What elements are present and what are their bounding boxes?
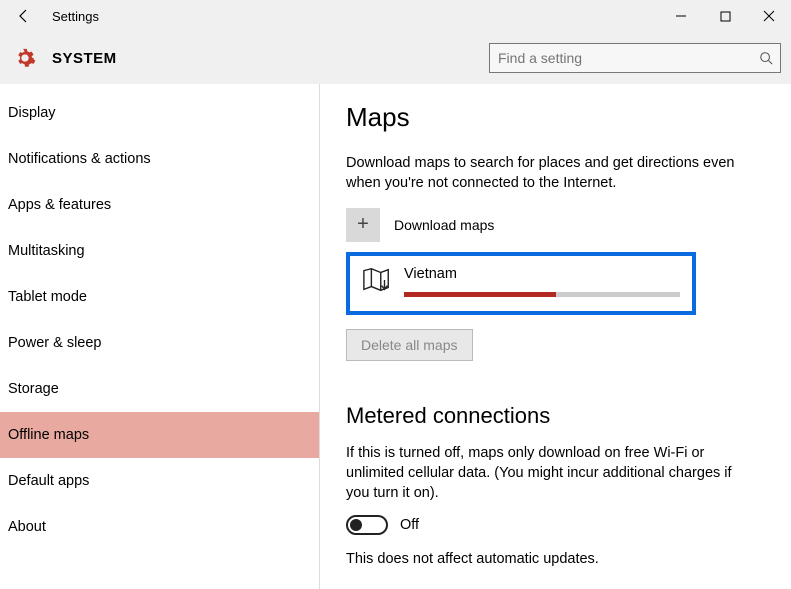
app-title: Settings xyxy=(52,9,99,24)
page-description: Download maps to search for places and g… xyxy=(346,153,746,194)
sidebar-item-label: Storage xyxy=(8,381,59,397)
sidebar-item-label: Apps & features xyxy=(8,197,111,213)
back-button[interactable] xyxy=(4,0,44,32)
sidebar-item-notifications[interactable]: Notifications & actions xyxy=(0,136,319,182)
metered-toggle-label: Off xyxy=(400,517,419,533)
sidebar-item-label: Tablet mode xyxy=(8,289,87,305)
window-controls xyxy=(659,0,791,32)
minimize-icon xyxy=(675,10,687,22)
download-maps-label: Download maps xyxy=(394,217,494,233)
header: SYSTEM xyxy=(0,32,791,84)
search-container xyxy=(489,43,781,73)
downloading-map-item[interactable]: Vietnam xyxy=(362,266,680,297)
metered-note: This does not affect automatic updates. xyxy=(346,551,781,567)
sidebar-item-default-apps[interactable]: Default apps xyxy=(0,458,319,504)
sidebar-item-storage[interactable]: Storage xyxy=(0,366,319,412)
plus-icon: + xyxy=(346,208,380,242)
metered-toggle-row: Off xyxy=(346,515,781,535)
page-title: Maps xyxy=(346,102,781,133)
sidebar-item-offline-maps[interactable]: Offline maps xyxy=(0,412,319,458)
sidebar-item-power[interactable]: Power & sleep xyxy=(0,320,319,366)
progress-bar xyxy=(404,292,680,297)
sidebar-item-multitasking[interactable]: Multitasking xyxy=(0,228,319,274)
sidebar-item-display[interactable]: Display xyxy=(0,90,319,136)
close-icon xyxy=(763,10,775,22)
arrow-left-icon xyxy=(16,8,32,24)
sidebar: Display Notifications & actions Apps & f… xyxy=(0,84,320,589)
sidebar-item-label: Display xyxy=(8,105,56,121)
titlebar: Settings xyxy=(0,0,791,32)
sidebar-item-label: Notifications & actions xyxy=(8,151,151,167)
downloading-highlight: Vietnam xyxy=(346,252,696,315)
maximize-button[interactable] xyxy=(703,0,747,32)
metered-description: If this is turned off, maps only downloa… xyxy=(346,443,746,504)
maximize-icon xyxy=(720,11,731,22)
content: Maps Download maps to search for places … xyxy=(320,84,791,589)
metered-toggle[interactable] xyxy=(346,515,388,535)
map-download-icon xyxy=(362,266,392,294)
header-section: SYSTEM xyxy=(52,50,117,67)
close-button[interactable] xyxy=(747,0,791,32)
sidebar-item-label: Default apps xyxy=(8,473,89,489)
toggle-knob xyxy=(350,519,362,531)
sidebar-item-label: Offline maps xyxy=(8,427,89,443)
download-maps-button[interactable]: + Download maps xyxy=(346,208,781,242)
search-input[interactable] xyxy=(489,43,781,73)
sidebar-item-about[interactable]: About xyxy=(0,504,319,550)
sidebar-item-label: Power & sleep xyxy=(8,335,102,351)
sidebar-item-label: Multitasking xyxy=(8,243,85,259)
downloading-map-name: Vietnam xyxy=(404,266,680,282)
delete-all-maps-button: Delete all maps xyxy=(346,329,473,361)
metered-title: Metered connections xyxy=(346,403,781,429)
search-icon xyxy=(759,51,773,65)
sidebar-item-label: About xyxy=(8,519,46,535)
sidebar-item-tablet[interactable]: Tablet mode xyxy=(0,274,319,320)
progress-fill xyxy=(404,292,556,297)
gear-icon xyxy=(14,47,36,69)
minimize-button[interactable] xyxy=(659,0,703,32)
sidebar-item-apps[interactable]: Apps & features xyxy=(0,182,319,228)
